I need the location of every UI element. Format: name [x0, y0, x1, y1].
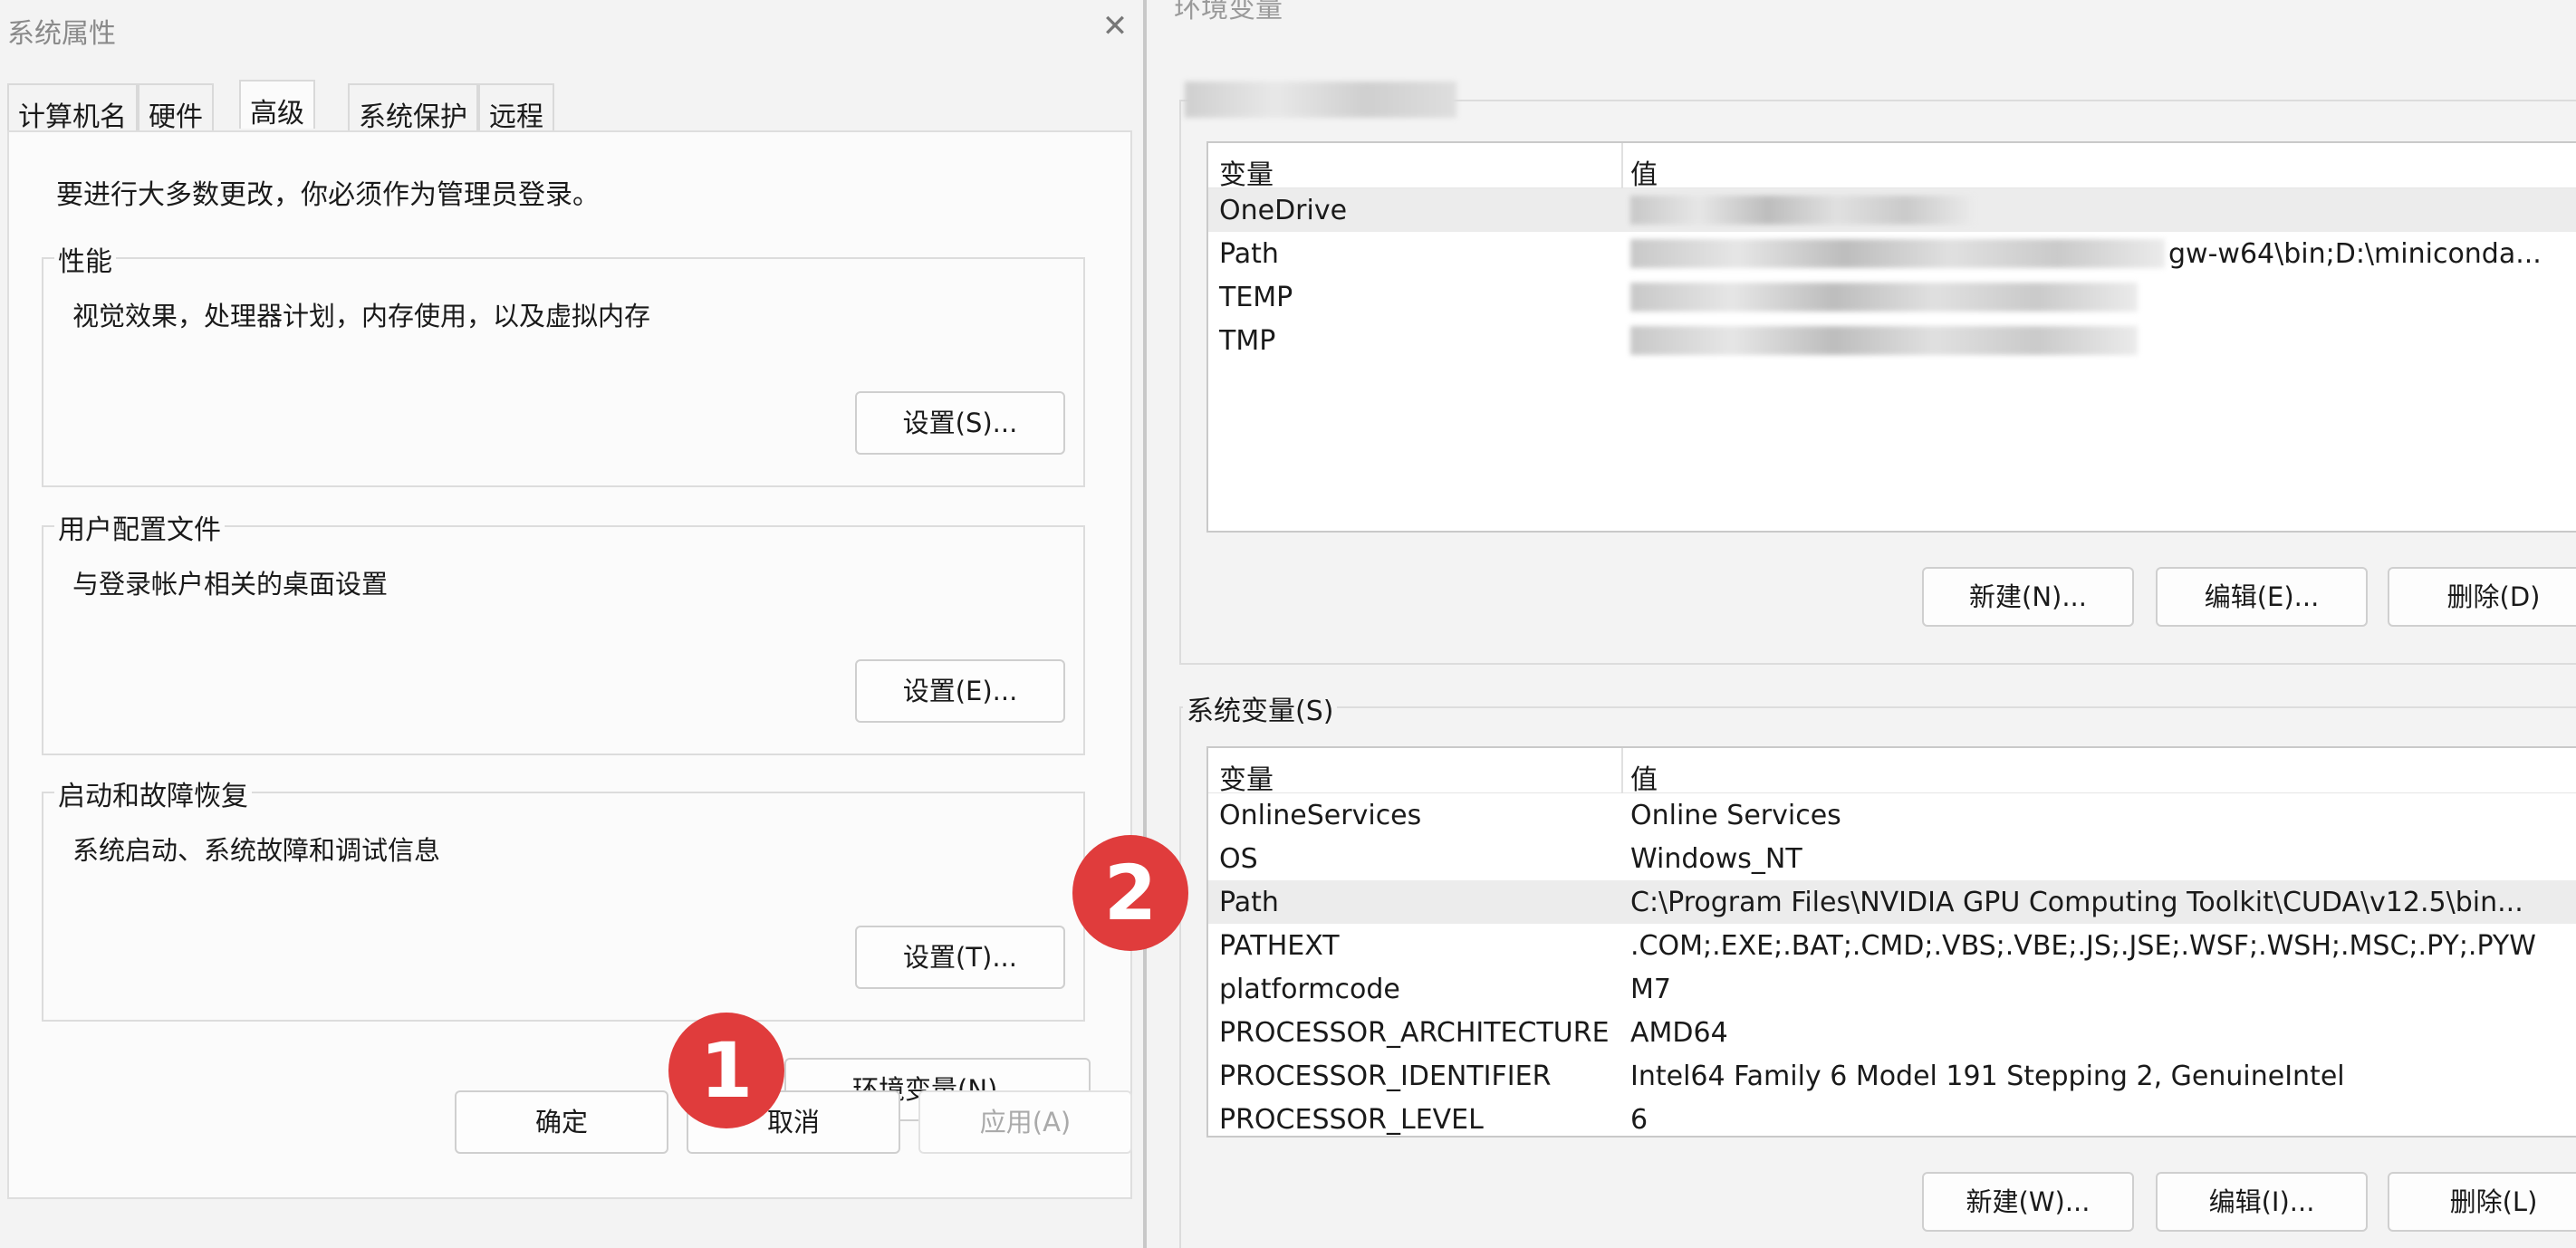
variable-name: TEMP: [1219, 282, 1293, 313]
performance-settings-button[interactable]: 设置(S)...: [855, 391, 1065, 455]
system-new-button[interactable]: 新建(W)...: [1922, 1172, 2134, 1232]
list-item[interactable]: Path gw-w64\bin;D:\miniconda...: [1208, 232, 2576, 275]
startup-recovery-group: 启动和故障恢复 系统启动、系统故障和调试信息 设置(T)...: [42, 773, 1085, 1022]
list-item[interactable]: OnlineServices Online Services: [1208, 793, 2576, 837]
step-2-badge: 2: [1072, 835, 1188, 951]
list-header: 变量 值: [1208, 143, 2576, 191]
variable-value: AMD64: [1630, 1017, 1728, 1049]
performance-group: 性能 视觉效果，处理器计划，内存使用，以及虚拟内存 设置(S)...: [42, 239, 1085, 487]
variable-value: C:\Program Files\NVIDIA GPU Computing To…: [1630, 887, 2523, 918]
tab-advanced[interactable]: 高级: [239, 80, 315, 130]
tab-remote[interactable]: 远程: [478, 83, 554, 133]
list-item[interactable]: PROCESSOR_ARCHITECTURE AMD64: [1208, 1011, 2576, 1054]
redacted-value: [1630, 239, 2165, 268]
variable-name: Path: [1219, 887, 1279, 918]
tab-system-protection[interactable]: 系统保护: [348, 83, 478, 133]
variable-name: OnlineServices: [1219, 800, 1422, 831]
close-icon[interactable]: ✕: [1100, 11, 1130, 42]
list-item[interactable]: TEMP: [1208, 275, 2576, 319]
environment-variables-dialog: 环境变量 变量 值 OneDrive Path gw-w64\bin;D:\mi…: [1147, 0, 2576, 1248]
step-1-badge: 1: [668, 1013, 784, 1128]
group-title: 性能: [54, 239, 116, 279]
group-description: 视觉效果，处理器计划，内存使用，以及虚拟内存: [72, 301, 651, 331]
system-properties-dialog: 系统属性 ✕ 计算机名 硬件 高级 系统保护 远程 要进行大多数更改，你必须作为…: [0, 0, 1143, 1248]
group-description: 系统启动、系统故障和调试信息: [72, 835, 441, 866]
redacted-value: [1630, 283, 2138, 312]
list-item[interactable]: OneDrive: [1208, 188, 2576, 232]
list-item[interactable]: platformcode M7: [1208, 967, 2576, 1011]
variable-value: Intel64 Family 6 Model 191 Stepping 2, G…: [1630, 1061, 2345, 1092]
user-delete-button[interactable]: 删除(D): [2388, 567, 2576, 627]
variable-name: PROCESSOR_IDENTIFIER: [1219, 1061, 1552, 1092]
variable-value: 6: [1630, 1104, 1648, 1136]
list-item[interactable]: Path C:\Program Files\NVIDIA GPU Computi…: [1208, 880, 2576, 924]
column-separator[interactable]: [1621, 748, 1623, 793]
dialog-title: 系统属性: [7, 18, 116, 50]
startup-recovery-settings-button[interactable]: 设置(T)...: [855, 926, 1065, 989]
system-delete-button[interactable]: 删除(L): [2388, 1172, 2576, 1232]
user-profiles-group: 用户配置文件 与登录帐户相关的桌面设置 设置(E)...: [42, 507, 1085, 755]
column-header-name[interactable]: 变量: [1219, 152, 1274, 192]
ok-button[interactable]: 确定: [455, 1090, 668, 1154]
list-header: 变量 值: [1208, 748, 2576, 796]
variable-value: M7: [1630, 974, 1671, 1005]
advanced-tab-page: 要进行大多数更改，你必须作为管理员登录。 性能 视觉效果，处理器计划，内存使用，…: [7, 130, 1132, 1199]
list-item[interactable]: TMP: [1208, 319, 2576, 362]
group-title: 启动和故障恢复: [54, 773, 252, 813]
redacted-value: [1630, 326, 2138, 355]
variable-value: gw-w64\bin;D:\miniconda...: [2168, 238, 2542, 270]
redacted-value: [1630, 196, 1975, 225]
variable-name: OneDrive: [1219, 195, 1348, 226]
variable-value: .COM;.EXE;.BAT;.CMD;.VBS;.VBE;.JS;.JSE;.…: [1630, 930, 2536, 962]
admin-note: 要进行大多数更改，你必须作为管理员登录。: [56, 179, 600, 211]
variable-name: PATHEXT: [1219, 930, 1340, 962]
user-profiles-settings-button[interactable]: 设置(E)...: [855, 659, 1065, 723]
column-separator[interactable]: [1621, 143, 1623, 188]
user-variables-list[interactable]: 变量 值 OneDrive Path gw-w64\bin;D:\minicon…: [1206, 141, 2576, 533]
user-new-button[interactable]: 新建(N)...: [1922, 567, 2134, 627]
system-variables-label: 系统变量(S): [1183, 688, 1338, 728]
variable-name: OS: [1219, 843, 1258, 875]
apply-button[interactable]: 应用(A): [918, 1090, 1132, 1154]
system-variables-list[interactable]: 变量 值 OnlineServices Online Services OS W…: [1206, 746, 2576, 1138]
list-item[interactable]: PROCESSOR_LEVEL 6: [1208, 1098, 2576, 1136]
user-edit-button[interactable]: 编辑(E)...: [2156, 567, 2368, 627]
column-header-name[interactable]: 变量: [1219, 757, 1274, 797]
column-header-value[interactable]: 值: [1630, 152, 1658, 192]
variable-value: Windows_NT: [1630, 843, 1802, 875]
variable-name: platformcode: [1219, 974, 1400, 1005]
variable-name: TMP: [1219, 325, 1276, 357]
variable-name: PROCESSOR_LEVEL: [1219, 1104, 1484, 1136]
tab-computer-name[interactable]: 计算机名: [7, 83, 138, 133]
variable-name: Path: [1219, 238, 1279, 270]
column-header-value[interactable]: 值: [1630, 757, 1658, 797]
group-title: 用户配置文件: [54, 507, 225, 547]
variable-name: PROCESSOR_ARCHITECTURE: [1219, 1017, 1610, 1049]
tab-hardware[interactable]: 硬件: [138, 83, 214, 133]
list-item[interactable]: OS Windows_NT: [1208, 837, 2576, 880]
variable-value: Online Services: [1630, 800, 1841, 831]
user-variables-label-redacted: [1185, 82, 1456, 118]
system-edit-button[interactable]: 编辑(I)...: [2156, 1172, 2368, 1232]
list-item[interactable]: PROCESSOR_IDENTIFIER Intel64 Family 6 Mo…: [1208, 1054, 2576, 1098]
dialog-title: 环境变量: [1174, 0, 1283, 24]
list-item[interactable]: PATHEXT .COM;.EXE;.BAT;.CMD;.VBS;.VBE;.J…: [1208, 924, 2576, 967]
group-description: 与登录帐户相关的桌面设置: [72, 569, 389, 600]
